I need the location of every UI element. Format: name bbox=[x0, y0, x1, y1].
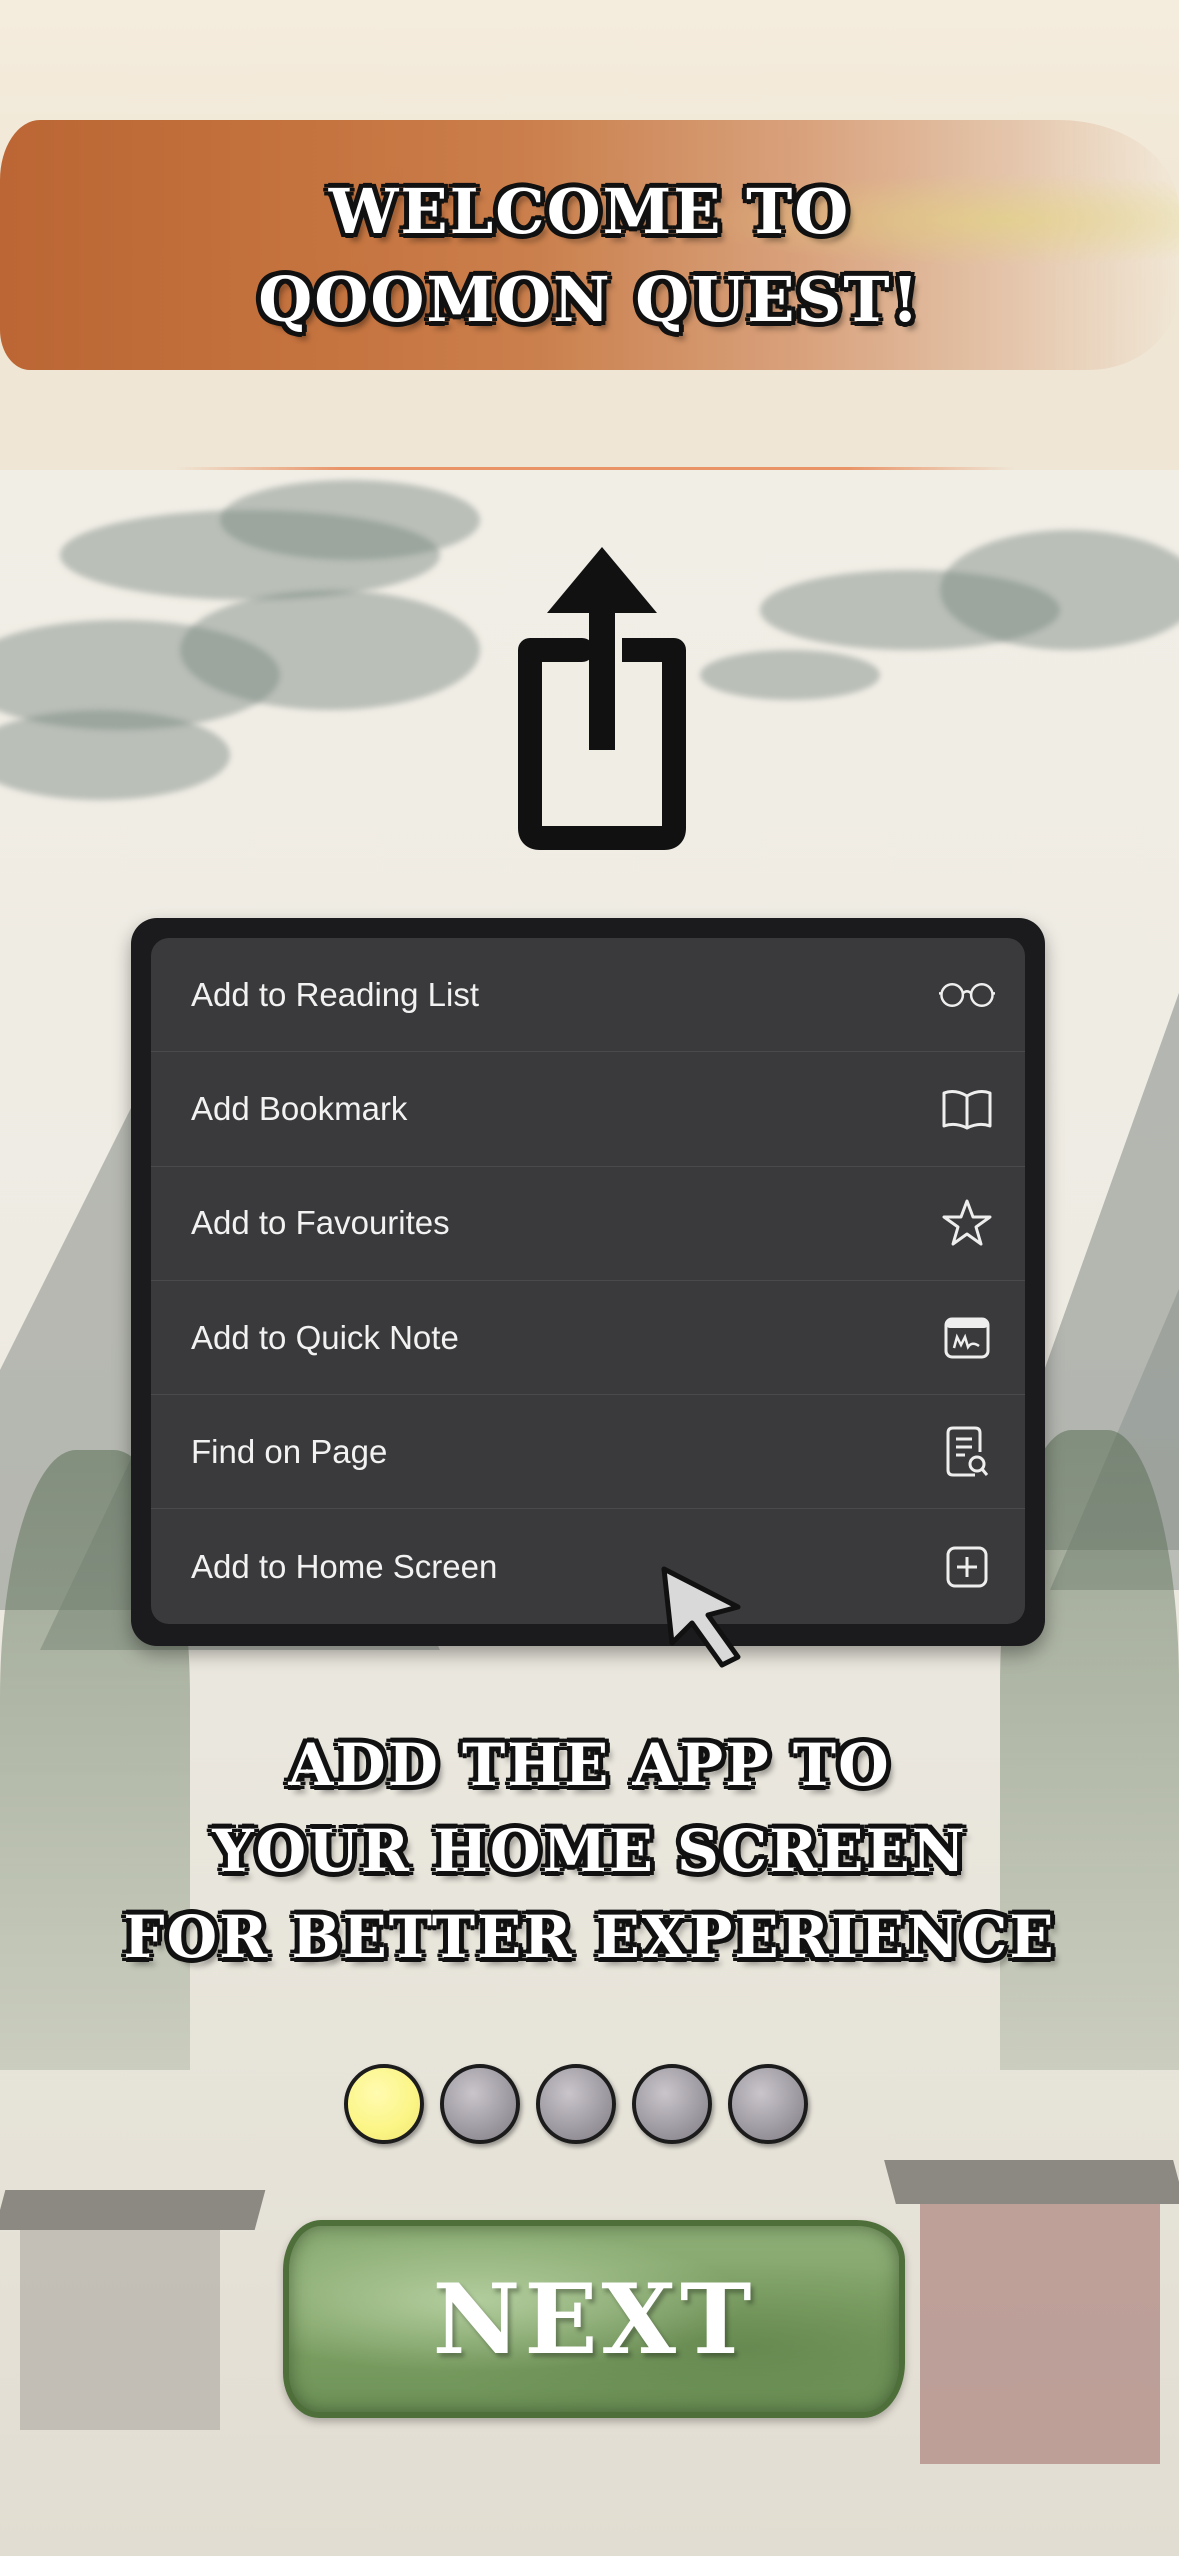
glasses-icon bbox=[939, 967, 995, 1023]
book-icon bbox=[939, 1081, 995, 1137]
instruction-line1: ADD THE APP TO bbox=[288, 1731, 891, 1799]
next-button[interactable]: NEXT bbox=[283, 2220, 905, 2418]
welcome-title-line1: WELCOME TO bbox=[328, 175, 851, 248]
pagination-dot-5[interactable] bbox=[728, 2064, 808, 2144]
menu-item-add-to-home-screen[interactable]: Add to Home Screen bbox=[151, 1509, 1025, 1623]
menu-item-find-on-page[interactable]: Find on Page bbox=[151, 1395, 1025, 1510]
next-button-label: NEXT bbox=[432, 2262, 756, 2376]
instruction-text: ADD THE APP TO YOUR HOME SCREEN FOR BETT… bbox=[0, 1722, 1179, 1980]
menu-item-add-to-quick-note[interactable]: Add to Quick Note bbox=[151, 1281, 1025, 1396]
pagination-dots bbox=[344, 2064, 834, 2148]
cursor-pointer-icon bbox=[661, 1566, 741, 1668]
pagination-dot-2[interactable] bbox=[440, 2064, 520, 2144]
menu-item-label: Add Bookmark bbox=[191, 1089, 408, 1127]
instruction-line2: YOUR HOME SCREEN bbox=[212, 1817, 967, 1885]
menu-item-label: Add to Reading List bbox=[191, 975, 480, 1013]
menu-item-label: Find on Page bbox=[191, 1432, 388, 1470]
pagination-dot-1[interactable] bbox=[344, 2064, 424, 2144]
welcome-title-line2: QOOMON QUEST! bbox=[258, 263, 921, 336]
menu-item-label: Add to Home Screen bbox=[191, 1547, 498, 1585]
menu-item-label: Add to Quick Note bbox=[191, 1318, 459, 1356]
menu-item-add-to-reading-list[interactable]: Add to Reading List bbox=[151, 938, 1025, 1053]
share-icon bbox=[518, 547, 686, 850]
menu-item-add-to-favourites[interactable]: Add to Favourites bbox=[151, 1167, 1025, 1281]
instruction-line3: FOR BETTER EXPERIENCE bbox=[123, 1903, 1056, 1971]
pagination-dot-3[interactable] bbox=[536, 2064, 616, 2144]
quick-note-icon bbox=[939, 1310, 995, 1366]
star-icon bbox=[939, 1195, 995, 1251]
menu-item-label: Add to Favourites bbox=[191, 1204, 450, 1242]
menu-item-add-bookmark[interactable]: Add Bookmark bbox=[151, 1052, 1025, 1167]
share-menu: Add to Reading List Add Bookmark Add to … bbox=[151, 938, 1025, 1624]
pagination-dot-4[interactable] bbox=[632, 2064, 712, 2144]
welcome-title: WELCOME TO QOOMON QUEST! bbox=[0, 168, 1179, 344]
find-page-icon bbox=[939, 1424, 995, 1480]
add-square-icon bbox=[939, 1539, 995, 1595]
